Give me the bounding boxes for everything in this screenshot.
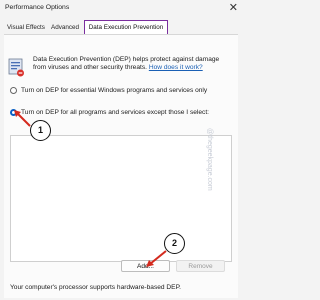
annotation-arrow-2 [149,250,167,265]
step-badge-1: 1 [30,120,51,141]
annotation-arrows [14,110,167,267]
step-badge-2: 2 [164,233,185,254]
annotation-arrow-1 [16,112,31,127]
